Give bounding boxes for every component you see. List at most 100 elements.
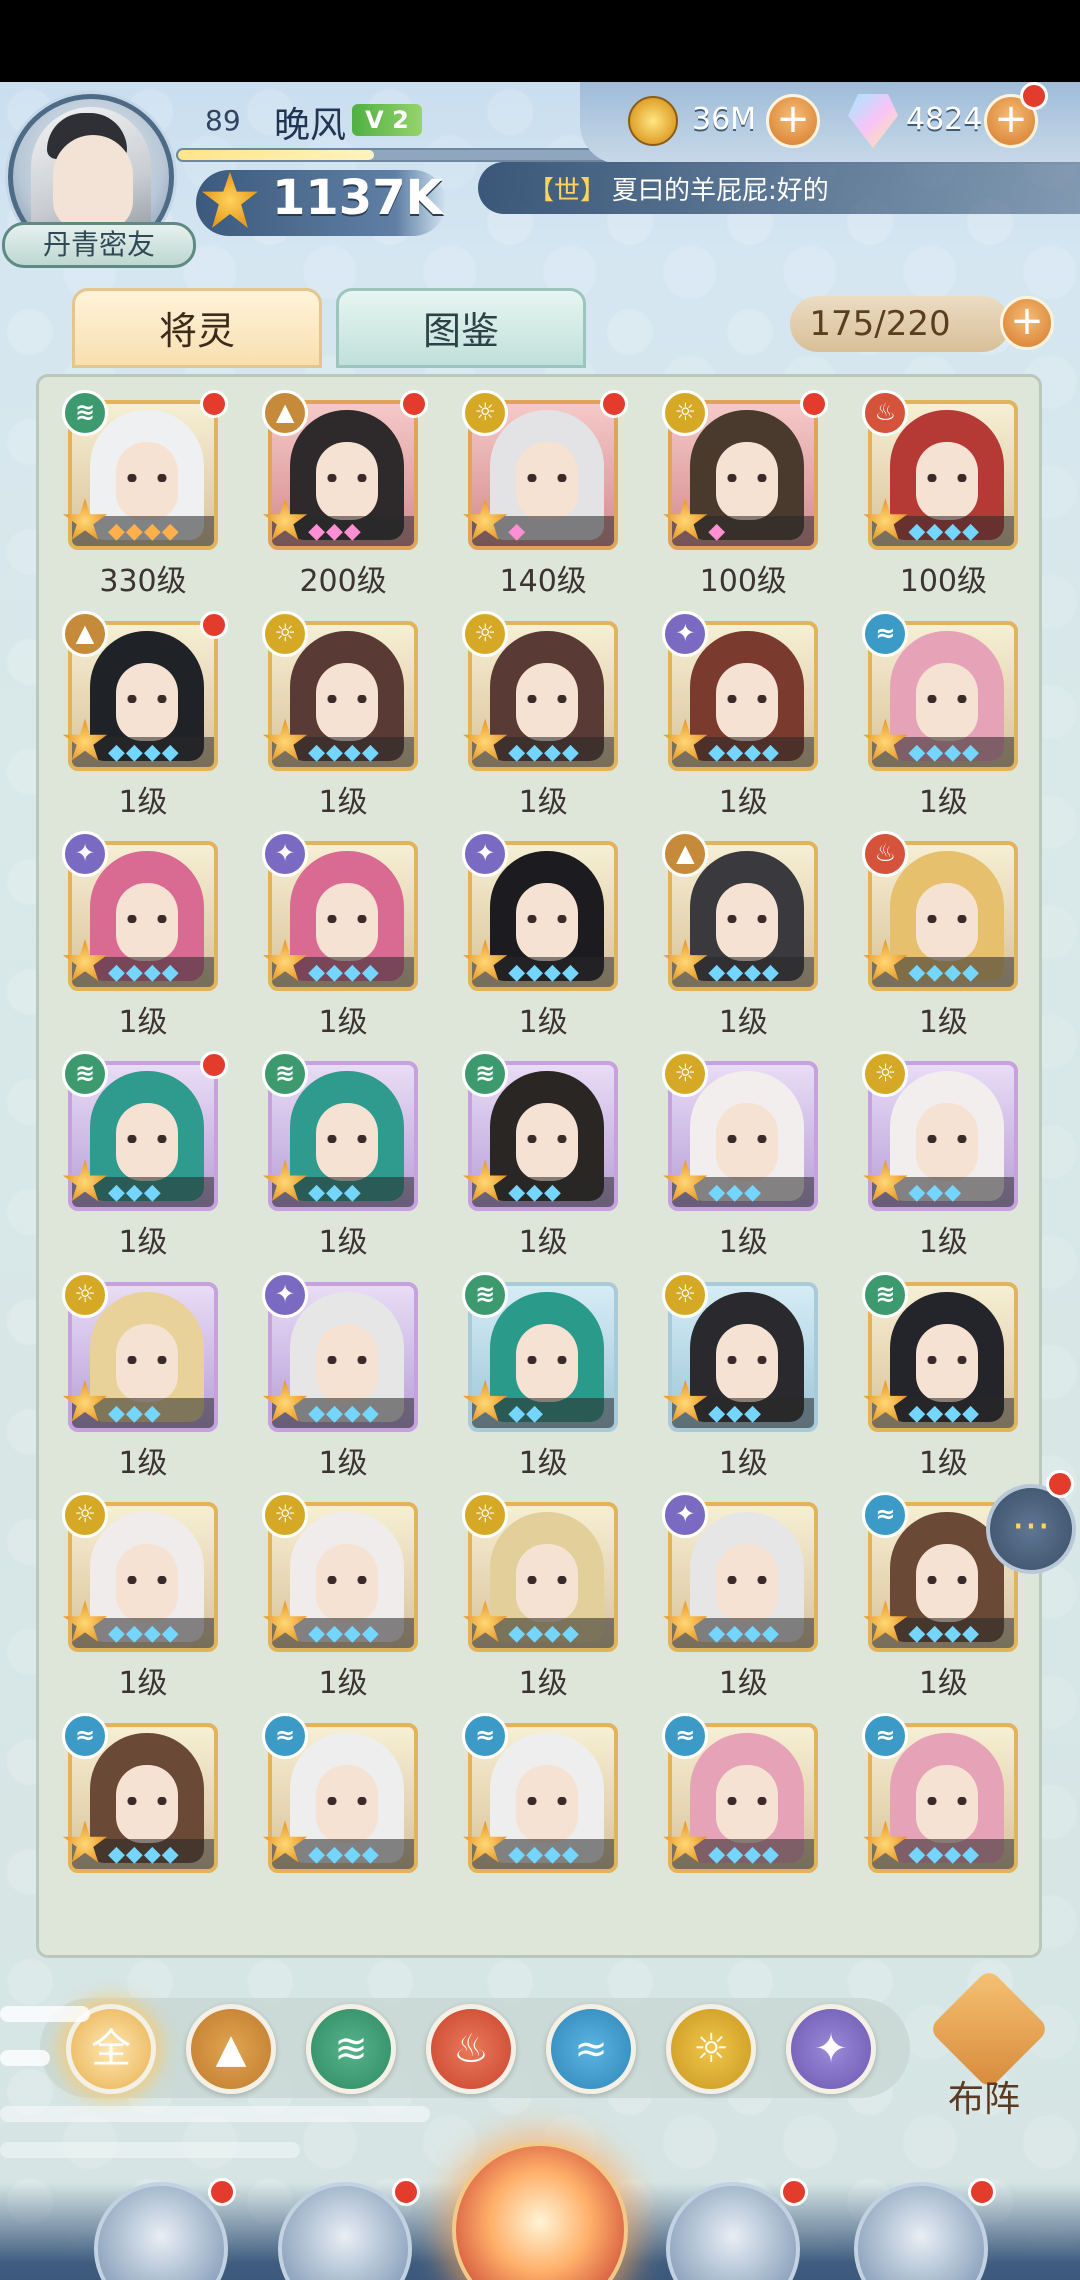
cloud-decoration — [0, 2006, 90, 2022]
star-rating: ◆◆◆◆ — [108, 1621, 180, 1647]
chat-channel-tag: 【世】 — [528, 176, 607, 206]
tab-codex[interactable]: 图鉴 — [336, 288, 586, 368]
portrait-eyes — [526, 1796, 569, 1805]
hero-card[interactable]: ◆◆◆◆ ≋ 1级 — [862, 1271, 1019, 1502]
tab-heroes[interactable]: 将灵 — [72, 288, 322, 368]
hero-card[interactable]: ◆◆◆◆ ≋ 330级 — [62, 390, 228, 620]
sun-element-icon: ☼ — [62, 1271, 108, 1318]
hero-card[interactable]: ◆◆◆◆ ☼ 1级 — [262, 610, 419, 841]
hero-capacity: 175/220 — [790, 296, 1010, 352]
nav-item-3[interactable]: 背包 — [658, 2178, 808, 2280]
hero-level: 1级 — [518, 1225, 568, 1261]
hero-card[interactable]: ◆◆◆◆ ≈ — [462, 1712, 619, 1943]
hero-card[interactable]: ◆◆◆◆ ♨ 100级 — [862, 390, 1019, 620]
star-rating: ◆◆◆◆ — [908, 1841, 981, 1867]
water-element-icon: ≈ — [462, 1712, 509, 1759]
cloud-decoration — [0, 2106, 430, 2122]
portrait-eyes — [126, 1135, 168, 1144]
hero-level: 1级 — [518, 1666, 568, 1702]
portrait-eyes — [926, 915, 969, 923]
star-rating: ◆◆◆ — [908, 1180, 963, 1206]
hero-card[interactable]: ◆◆◆◆ ✦ 1级 — [62, 831, 218, 1061]
hero-card[interactable]: ◆◆◆◆ ▲ 1级 — [662, 831, 819, 1061]
filter-water-button[interactable]: ≈ — [546, 2004, 636, 2094]
portrait-eyes — [326, 1796, 369, 1805]
hero-card[interactable]: ◆◆◆ ▲ 200级 — [262, 390, 429, 620]
nav-item-1[interactable]: 将灵 — [270, 2178, 420, 2280]
star-rating: ◆◆ — [508, 1400, 545, 1426]
nav-icon — [452, 2142, 628, 2280]
water-element-icon: ≈ — [62, 1712, 108, 1759]
hero-card[interactable]: ◆ ☼ 140级 — [462, 390, 629, 620]
hero-card[interactable]: ◆◆◆◆ ✦ 1级 — [662, 610, 819, 841]
hero-card[interactable]: ◆◆ ≋ 1级 — [462, 1271, 619, 1502]
hero-card[interactable]: ◆◆◆ ≋ 1级 — [462, 1051, 619, 1281]
notification-dot — [968, 2178, 996, 2206]
vip-badge[interactable]: V 2 — [352, 104, 422, 136]
hero-card[interactable]: ◆◆◆◆ ☼ 1级 — [462, 610, 619, 841]
portrait-eyes — [326, 1576, 369, 1585]
hero-level: 1级 — [918, 1445, 968, 1481]
nav-item-0[interactable]: 主城 — [86, 2178, 236, 2280]
hero-card[interactable]: ◆◆◆◆ ☼ 1级 — [462, 1492, 619, 1722]
filter-mount-button[interactable]: ▲ — [186, 2004, 276, 2094]
filter-wind-button[interactable]: ≋ — [306, 2004, 396, 2094]
hero-card[interactable]: ◆◆◆ ☼ 1级 — [62, 1271, 218, 1502]
hero-level: 100级 — [699, 564, 787, 600]
hero-card[interactable]: ◆◆◆◆ ♨ 1级 — [862, 831, 1019, 1061]
hero-card[interactable]: ◆◆◆◆ ▲ 1级 — [62, 610, 228, 841]
hero-level: 1级 — [318, 1225, 368, 1261]
hero-card[interactable]: ◆◆◆◆ ✦ 1级 — [262, 831, 419, 1061]
notification-dot — [200, 610, 228, 639]
hero-level: 1级 — [518, 784, 568, 820]
expand-capacity-button[interactable]: + — [1000, 296, 1054, 350]
nav-item-2[interactable]: 挂机 — [452, 2142, 628, 2280]
filter-sun-button[interactable]: ☼ — [666, 2004, 756, 2094]
hero-card[interactable]: ◆ ☼ 100级 — [662, 390, 829, 620]
add-coins-button[interactable]: + — [766, 94, 820, 148]
hero-card[interactable]: ◆◆◆◆ ≈ — [62, 1712, 218, 1943]
hero-level: 1级 — [118, 1225, 168, 1261]
notification-dot — [400, 390, 429, 419]
star-rating: ◆◆◆◆ — [308, 1621, 380, 1647]
hero-card[interactable]: ◆◆◆◆ ✦ 1级 — [662, 1492, 819, 1722]
filter-fire-button[interactable]: ♨ — [426, 2004, 516, 2094]
hero-card[interactable]: ◆◆◆◆ ✦ 1级 — [262, 1271, 419, 1502]
wind-element-icon: ≋ — [62, 390, 108, 437]
wind-element-icon: ≋ — [862, 1271, 909, 1318]
nav-item-4[interactable]: 试炼 — [846, 2178, 996, 2280]
star-element-icon: ✦ — [662, 610, 709, 657]
star-rating: ◆◆◆◆ — [908, 1400, 981, 1426]
star-rating: ◆◆◆◆ — [508, 739, 580, 765]
hero-card[interactable]: ◆◆◆ ☼ 1级 — [662, 1271, 819, 1502]
hero-card[interactable]: ◆◆◆◆ ✦ 1级 — [462, 831, 619, 1061]
hero-level: 1级 — [318, 1666, 368, 1702]
portrait-eyes — [726, 1355, 769, 1364]
sun-element-icon: ☼ — [62, 1492, 108, 1539]
portrait-eyes — [126, 1576, 168, 1585]
hero-card[interactable]: ◆◆◆◆ ≈ — [662, 1712, 819, 1943]
hero-level: 1级 — [118, 1666, 168, 1702]
hero-card[interactable]: ◆◆◆ ≋ 1级 — [62, 1051, 228, 1281]
portrait-eyes — [126, 1355, 168, 1364]
star-rating: ◆◆◆◆ — [308, 739, 380, 765]
hero-card[interactable]: ◆◆◆ ≋ 1级 — [262, 1051, 419, 1281]
hero-card[interactable]: ◆◆◆ ☼ 1级 — [862, 1051, 1019, 1281]
hero-card[interactable]: ◆◆◆◆ ≈1级 — [862, 610, 1019, 841]
hero-card[interactable]: ◆◆◆◆ ☼ 1级 — [262, 1492, 419, 1722]
star-rating: ◆◆◆◆ — [508, 1621, 580, 1647]
hero-card[interactable]: ◆◆◆ ☼ 1级 — [662, 1051, 819, 1281]
portrait-eyes — [526, 474, 569, 483]
portrait-eyes — [326, 915, 369, 923]
notification-dot — [200, 1051, 228, 1080]
hero-card[interactable]: ◆◆◆◆ ≈ — [262, 1712, 419, 1943]
portrait-eyes — [526, 1576, 569, 1585]
hero-card[interactable]: ◆◆◆◆ ☼ 1级 — [62, 1492, 218, 1722]
formation-label: 布阵 — [948, 2079, 1021, 2120]
star-rating: ◆◆◆ — [508, 1180, 562, 1206]
filter-star-button[interactable]: ✦ — [786, 2004, 876, 2094]
notification-dot — [200, 390, 228, 419]
hero-card[interactable]: ◆◆◆◆ ≈ — [862, 1712, 1019, 1943]
portrait-eyes — [126, 474, 168, 483]
chat-message: 夏曰的羊屁屁:好的 — [612, 176, 829, 206]
